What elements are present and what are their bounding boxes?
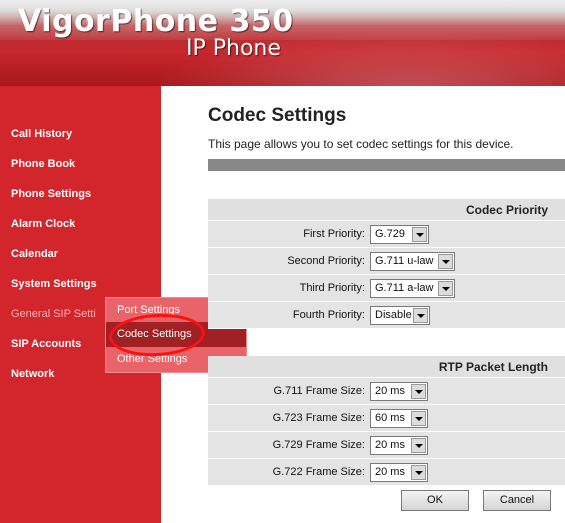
field-label: Fourth Priority: [292,309,365,321]
field-label: Second Priority: [287,255,365,267]
section-heading: RTP Packet Length [208,356,565,378]
rtp-packet-length-section: RTP Packet Length G.711 Frame Size: 20 m… [208,356,565,486]
brand-logo: VigorPhone 350 [18,4,294,39]
fourth-priority-select[interactable]: Disable [370,306,430,325]
codec-priority-section: Codec Priority First Priority: G.729 Sec… [208,199,565,329]
page-title: Codec Settings [208,105,347,126]
page-description: This page allows you to set codec settin… [208,137,514,151]
sidebar-item-sip-accounts[interactable]: SIP Accounts [11,338,81,350]
sidebar-item-calendar[interactable]: Calendar [11,248,58,260]
field-label: G.722 Frame Size: [272,466,365,478]
select-value: Disable [375,309,412,321]
dropdown-arrow-icon [411,438,426,453]
g723-frame-size-select[interactable]: 60 ms [370,409,428,428]
title-divider-bar [208,159,565,171]
header-banner: VigorPhone 350 IP Phone [0,0,565,86]
sidebar-item-network[interactable]: Network [11,368,54,380]
form-row: First Priority: G.729 [208,221,565,248]
dropdown-arrow-icon [411,384,426,399]
field-label: G.711 Frame Size: [273,385,366,397]
field-label: G.723 Frame Size: [272,412,365,424]
form-row: G.729 Frame Size: 20 ms [208,432,565,459]
ok-button[interactable]: OK [401,490,469,511]
field-label: First Priority: [303,228,365,240]
sidebar-item-call-history[interactable]: Call History [11,128,72,140]
dropdown-arrow-icon [411,411,426,426]
select-value: 20 ms [375,385,405,397]
sidebar-item-phone-settings[interactable]: Phone Settings [11,188,91,200]
dropdown-arrow-icon [412,227,427,242]
form-row: Third Priority: G.711 a-law [208,275,565,302]
select-value: G.729 [375,228,405,240]
form-row: G.722 Frame Size: 20 ms [208,459,565,486]
dropdown-arrow-icon [438,281,453,296]
sidebar-item-phone-book[interactable]: Phone Book [11,158,75,170]
form-row: Fourth Priority: Disable [208,302,565,329]
g711-frame-size-select[interactable]: 20 ms [370,382,428,401]
form-row: Second Priority: G.711 u-law [208,248,565,275]
select-value: G.711 a-law [375,282,434,294]
sidebar-item-alarm-clock[interactable]: Alarm Clock [11,218,75,230]
form-row: G.723 Frame Size: 60 ms [208,405,565,432]
cancel-button[interactable]: Cancel [483,490,551,511]
sidebar-item-system-settings[interactable]: System Settings [11,278,97,290]
g722-frame-size-select[interactable]: 20 ms [370,463,428,482]
field-label: G.729 Frame Size: [272,439,365,451]
section-heading: Codec Priority [208,199,565,221]
second-priority-select[interactable]: G.711 u-law [370,252,455,271]
select-value: 60 ms [375,412,405,424]
select-value: G.711 u-law [375,255,434,267]
select-value: 20 ms [375,466,405,478]
field-label: Third Priority: [299,282,365,294]
dropdown-arrow-icon [413,308,428,323]
dropdown-arrow-icon [438,254,453,269]
dropdown-arrow-icon [411,465,426,480]
third-priority-select[interactable]: G.711 a-law [370,279,455,298]
sidebar-item-general-sip-settings[interactable]: General SIP Setti [11,308,96,320]
g729-frame-size-select[interactable]: 20 ms [370,436,428,455]
first-priority-select[interactable]: G.729 [370,225,429,244]
brand-subtitle: IP Phone [186,36,281,61]
form-row: G.711 Frame Size: 20 ms [208,378,565,405]
select-value: 20 ms [375,439,405,451]
